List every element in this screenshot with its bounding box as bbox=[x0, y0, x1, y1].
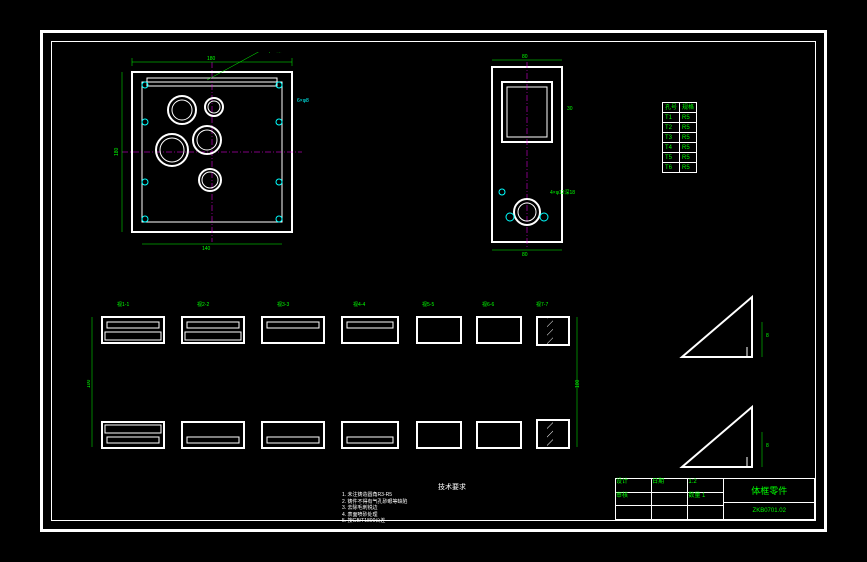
tbl-r6c1: T6 bbox=[663, 163, 680, 173]
table-hdr-2: 规格 bbox=[680, 103, 697, 113]
tb-qty: 数量 1 bbox=[688, 493, 723, 506]
section-3-label: 视3-3 bbox=[277, 301, 289, 308]
detail-bot: 8 bbox=[682, 407, 769, 467]
tbl-r2c2: R5 bbox=[680, 123, 697, 133]
detail-bot-dim: 8 bbox=[766, 443, 769, 449]
section-5-label: 视5-5 bbox=[422, 301, 434, 308]
section-6-label: 视6-6 bbox=[482, 301, 494, 308]
section-1-label: 视1-1 bbox=[117, 301, 129, 308]
cad-drawing-canvas: 180 180 140 4×φ12深25 6×φ8 bbox=[0, 0, 867, 562]
tbl-r1c1: T1 bbox=[663, 113, 680, 123]
outer-border: 180 180 140 4×φ12深25 6×φ8 bbox=[40, 30, 827, 532]
section-5: 视5-5 bbox=[417, 301, 461, 448]
hole-note-1: 4×φ12深25 bbox=[262, 52, 287, 54]
note-line-5: 5. 按GB/T1800公差 bbox=[342, 518, 562, 525]
title-block: 设计 日期 1:2 审核 数量 1 bbox=[615, 478, 815, 520]
table-hdr-1: 孔号 bbox=[663, 103, 680, 113]
tbl-r3c1: T3 bbox=[663, 133, 680, 143]
corner-details: 8 8 bbox=[662, 282, 782, 482]
section-7-height: 100 bbox=[575, 379, 581, 388]
section-3: 视3-3 bbox=[262, 301, 324, 448]
section-row: 100 视1-1 视2-2 bbox=[87, 292, 667, 472]
tb-col-2: 日期 bbox=[652, 479, 688, 492]
tbl-r3c2: R5 bbox=[680, 133, 697, 143]
drawing-number: ZKB0701.02 bbox=[724, 503, 814, 519]
section-4: 视4-4 bbox=[342, 301, 398, 448]
tb-col-3: 审核 bbox=[616, 493, 652, 506]
section-2: 视2-2 bbox=[182, 301, 244, 448]
side-window-offset: 30 bbox=[567, 106, 573, 112]
section-height-dim: 100 bbox=[87, 379, 92, 388]
tbl-r1c2: R5 bbox=[680, 113, 697, 123]
hole-note-2: 6×φ8 bbox=[297, 98, 309, 104]
detail-top: 8 bbox=[682, 297, 769, 357]
side-width-dim: 80 bbox=[522, 54, 528, 60]
side-bottom-note: 4×φ12深18 bbox=[550, 189, 575, 196]
plan-height-dim: 180 bbox=[114, 147, 120, 156]
tbl-r4c1: T4 bbox=[663, 143, 680, 153]
tbl-r5c1: T5 bbox=[663, 153, 680, 163]
tb-scale: 1:2 bbox=[688, 479, 723, 492]
section-1: 视1-1 bbox=[102, 301, 164, 448]
notes-title: 技术要求 bbox=[342, 482, 562, 492]
detail-top-dim: 8 bbox=[766, 333, 769, 339]
section-7-label: 视7-7 bbox=[536, 301, 548, 308]
section-6: 视6-6 bbox=[477, 301, 521, 448]
plan-inner-dim: 140 bbox=[202, 246, 211, 252]
plan-view: 180 180 140 4×φ12深25 6×φ8 bbox=[112, 52, 322, 252]
hole-table: 孔号 规格 T1R5 T2R5 T3R5 T4R5 T5R5 T6R5 bbox=[662, 102, 697, 173]
side-view: 80 30 4×φ12深18 80 bbox=[462, 52, 592, 257]
plan-width-dim: 180 bbox=[207, 56, 216, 62]
tech-notes: 技术要求 1. 未注铸造圆角R3-R5 2. 铸件不得有气孔砂眼等缺陷 3. 去… bbox=[342, 482, 562, 525]
tbl-r4c2: R5 bbox=[680, 143, 697, 153]
side-bot-dim: 80 bbox=[522, 252, 528, 257]
section-4-label: 视4-4 bbox=[353, 301, 365, 308]
drawing-title: 体框零件 bbox=[724, 479, 814, 503]
tbl-r2c1: T2 bbox=[663, 123, 680, 133]
section-7: 视7-7 100 bbox=[536, 301, 581, 448]
inner-border: 180 180 140 4×φ12深25 6×φ8 bbox=[51, 41, 816, 521]
tb-col-1: 设计 bbox=[616, 479, 652, 492]
section-2-label: 视2-2 bbox=[197, 301, 209, 308]
tbl-r6c2: R5 bbox=[680, 163, 697, 173]
tbl-r5c2: R5 bbox=[680, 153, 697, 163]
